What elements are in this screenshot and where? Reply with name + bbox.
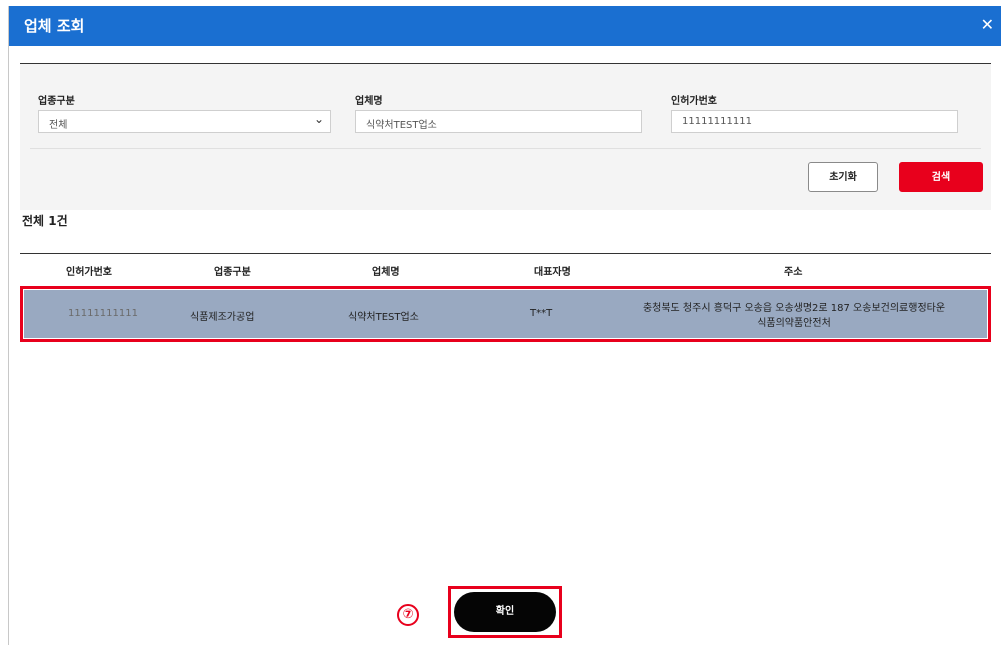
search-divider xyxy=(30,148,981,149)
column-header-representative: 대표자명 xyxy=(534,267,571,278)
category-label: 업종구분 xyxy=(38,96,75,107)
company-name-label: 업체명 xyxy=(355,96,383,107)
step-marker: ⑦ xyxy=(397,604,419,626)
row-address-line2: 식품의약품안전처 xyxy=(757,318,831,329)
company-name-input[interactable]: 식약처TEST업소 xyxy=(355,110,642,133)
dialog-title-bar: 업체 조회 ✕ xyxy=(9,6,1001,46)
license-number-input-value: 11111111111 xyxy=(682,116,752,127)
search-panel: 업종구분 전체 업체명 식약처TEST업소 인허가번호 11111111111 … xyxy=(20,63,991,210)
column-header-address: 주소 xyxy=(784,267,803,278)
results-table-header: 인허가번호 업종구분 업체명 대표자명 주소 xyxy=(20,253,991,287)
company-search-dialog: 업체 조회 ✕ 업종구분 전체 업체명 식약처TEST업소 인허가번호 1111… xyxy=(8,6,1001,645)
license-number-input[interactable]: 11111111111 xyxy=(671,110,958,133)
dialog-title: 업체 조회 xyxy=(24,17,85,35)
category-select-value: 전체 xyxy=(49,120,68,131)
row-company-name: 식약처TEST업소 xyxy=(348,312,419,323)
license-number-label: 인허가번호 xyxy=(671,96,717,107)
company-name-input-value: 식약처TEST업소 xyxy=(366,120,437,131)
column-header-company-name: 업체명 xyxy=(372,267,400,278)
result-count: 전체 1건 xyxy=(22,214,68,228)
row-category: 식품제조가공업 xyxy=(190,312,255,323)
row-representative: T**T xyxy=(530,308,553,319)
column-header-category: 업종구분 xyxy=(214,267,251,278)
reset-button[interactable]: 초기화 xyxy=(808,162,878,192)
search-button[interactable]: 검색 xyxy=(899,162,983,192)
category-select[interactable]: 전체 xyxy=(38,110,331,133)
column-header-license: 인허가번호 xyxy=(66,267,112,278)
row-address-line1: 충청북도 청주시 흥덕구 오송읍 오송생명2로 187 오송보건의료행정타운 xyxy=(642,303,946,314)
confirm-button[interactable]: 확인 xyxy=(454,592,556,632)
close-icon[interactable]: ✕ xyxy=(981,15,994,34)
row-license: 11111111111 xyxy=(68,308,138,319)
table-row[interactable]: 11111111111 식품제조가공업 식약처TEST업소 T**T 충청북도 … xyxy=(24,290,987,338)
